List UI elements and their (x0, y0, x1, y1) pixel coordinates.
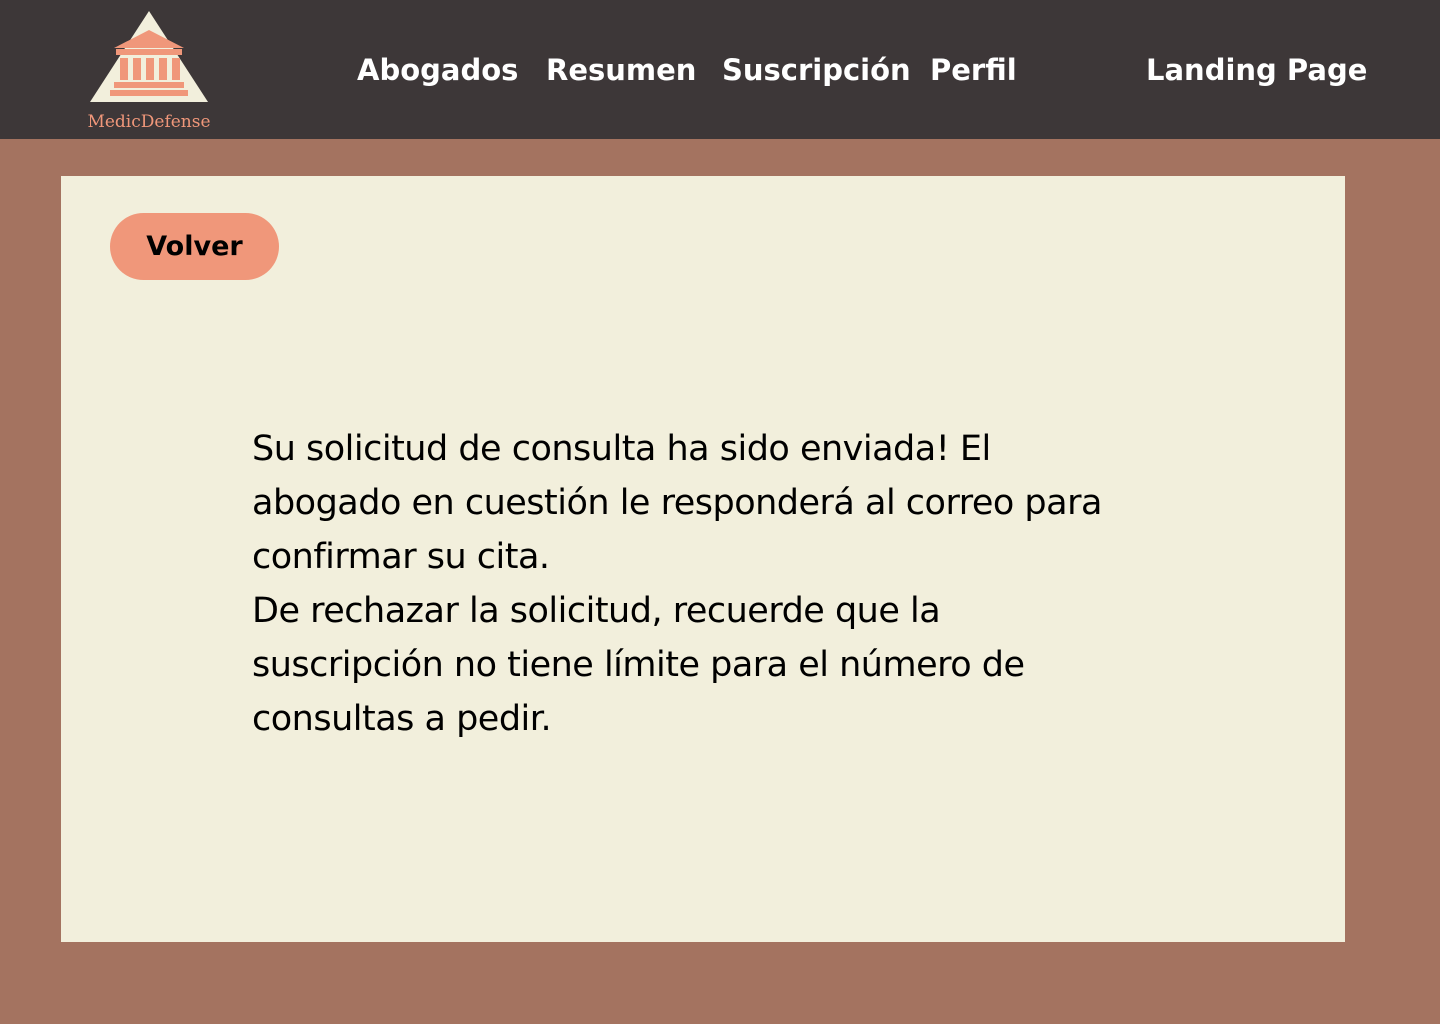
courthouse-icon (90, 11, 208, 102)
confirmation-panel: Volver Su solicitud de consulta ha sido … (61, 176, 1345, 942)
nav-link-perfil[interactable]: Perfil (930, 48, 1017, 92)
confirmation-message: Su solicitud de consulta ha sido enviada… (252, 422, 1112, 746)
message-paragraph: De rechazar la solicitud, recuerde que l… (252, 591, 1025, 739)
message-paragraph: Su solicitud de consulta ha sido enviada… (252, 429, 1102, 577)
top-navbar: MedicDefense Abogados Resumen Suscripció… (0, 0, 1440, 139)
nav-link-suscripcion[interactable]: Suscripción (722, 48, 911, 92)
nav-link-landing-page[interactable]: Landing Page (1146, 48, 1367, 92)
brand-name: MedicDefense (87, 112, 211, 132)
nav-link-resumen[interactable]: Resumen (546, 48, 696, 92)
nav-link-abogados[interactable]: Abogados (357, 48, 518, 92)
brand-logo[interactable]: MedicDefense (86, 8, 212, 136)
back-button[interactable]: Volver (110, 213, 279, 280)
